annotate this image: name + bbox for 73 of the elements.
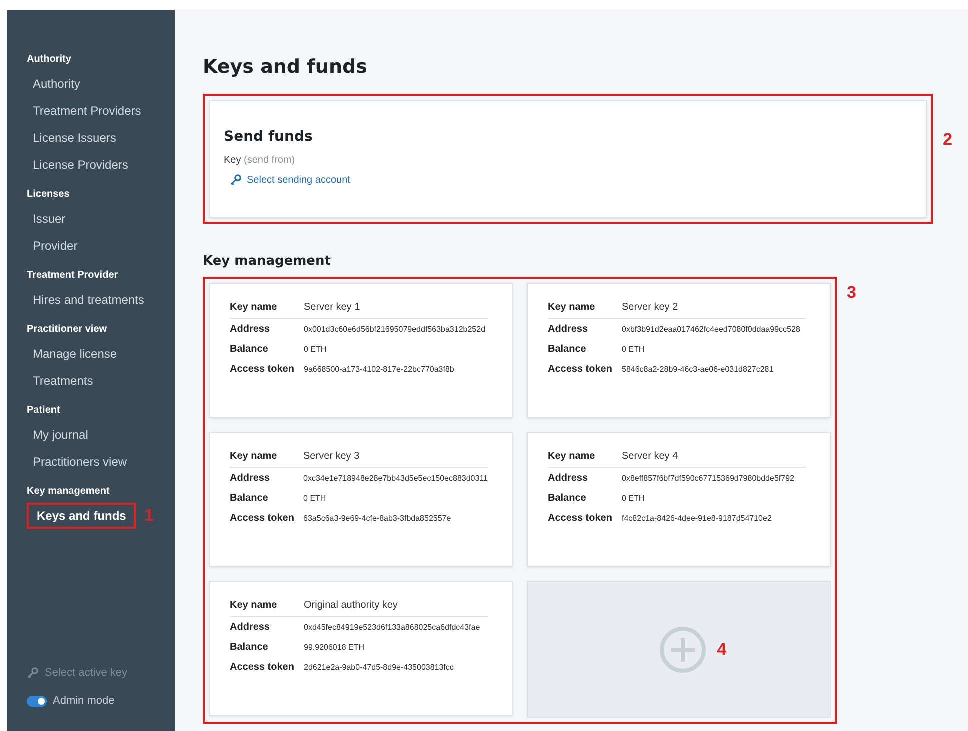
field-label: Access token — [230, 508, 304, 528]
field-label: Address — [230, 318, 304, 339]
section-heading: Licenses — [26, 189, 71, 200]
field-value: Server key 1 — [304, 296, 488, 318]
field-value: 0xbf3b91d2eaa017462fc4eed7080f0ddaa99cc528 — [622, 318, 806, 339]
field-value: 0 ETH — [622, 492, 646, 504]
field-value: 0x001d3c60e6d56bf21695079eddf563ba312b252d — [304, 318, 488, 339]
field-label: Access token — [548, 359, 622, 379]
field-label: Access token — [548, 508, 622, 528]
field-label: Access token — [230, 359, 304, 379]
annotation-number: 1 — [144, 506, 154, 526]
section-heading: Patient — [26, 405, 62, 416]
field-label: Balance — [230, 339, 304, 359]
sidebar-item[interactable]: Issuer — [7, 206, 175, 233]
field-label: Key name — [230, 445, 304, 468]
field-label: Key name — [548, 445, 622, 468]
field-label: Balance — [230, 488, 304, 508]
field-value: 5846c8a2-28b9-46c3-ae06-e031d827c281 — [622, 364, 775, 376]
field-value: 0 ETH — [304, 344, 328, 356]
field-label: Balance — [548, 339, 622, 359]
sidebar-item[interactable]: Treatment Providers — [7, 98, 175, 125]
field-value: f4c82c1a-8426-4dee-91e8-9187d54710e2 — [622, 512, 773, 524]
sidebar-item[interactable]: Authority — [7, 71, 175, 98]
section-heading: Authority — [26, 54, 72, 65]
admin-toggle[interactable] — [27, 696, 47, 706]
field-value: Server key 4 — [622, 445, 806, 468]
key-icon — [230, 174, 242, 186]
field-label: Address — [548, 318, 622, 339]
sidebar-item[interactable]: Manage license — [7, 341, 175, 368]
select-account-link[interactable]: Select sending account — [230, 174, 912, 186]
section-heading: Practitioner view — [26, 324, 108, 335]
field-value: Server key 3 — [304, 445, 488, 468]
section-heading: Treatment Provider — [26, 270, 120, 281]
sidebar-item[interactable]: My journal — [7, 422, 175, 449]
sidebar-item[interactable]: License Issuers — [7, 125, 175, 152]
field-value: 2d621e2a-9ab0-47d5-8d9e-435003813fcc — [304, 662, 455, 674]
field-label: Address — [230, 616, 304, 637]
field-value: 0 ETH — [622, 344, 646, 356]
field-label: Balance — [548, 488, 622, 508]
card-title: Send funds — [224, 129, 314, 145]
field-label: Key name — [548, 296, 622, 318]
sidebar-item[interactable]: Provider — [7, 233, 175, 260]
annotation-number: 2 — [943, 130, 952, 150]
field-value: 0x8eff857f6bf7df590c67715369d7980bdde5f792 — [622, 468, 806, 488]
key-icon — [27, 667, 39, 679]
annotation-number: 3 — [847, 283, 856, 303]
field-value: 0 ETH — [304, 492, 328, 504]
sidebar-item[interactable]: Hires and treatments — [7, 287, 175, 314]
toggle-label: Admin mode — [53, 695, 115, 707]
page-title: Keys and funds — [203, 56, 368, 78]
field-label: Key (send from) — [224, 155, 296, 166]
field-value: 63a5c6a3-9e69-4cfe-8ab3-3fbda852557e — [304, 512, 452, 524]
field-label: Key name — [230, 296, 304, 318]
field-value: 9a668500-a173-4102-817e-22bc770a3f8b — [304, 364, 456, 376]
sidebar-item[interactable]: Treatments — [7, 368, 175, 395]
sidebar-item[interactable]: Practitioners view — [7, 449, 175, 476]
field-value: 0xc34e1e718948e28e7bb43d5e5ec150ec883d0311 — [304, 468, 488, 488]
field-value: 99.9206018 ETH — [304, 642, 366, 654]
field-value: 0xd45fec84919e523d6f133a868025ca6dfdc43fae — [304, 616, 488, 637]
field-label: Address — [548, 468, 622, 488]
field-label: Balance — [230, 637, 304, 657]
field-label: Key name — [230, 594, 304, 616]
add-key-card[interactable]: 4 — [527, 581, 831, 718]
sidebar-item[interactable]: License Providers — [7, 152, 175, 179]
section-title: Key management — [203, 254, 332, 269]
field-label: Address — [230, 468, 304, 488]
field-value: Original authority key — [304, 594, 488, 616]
plus-circle-icon — [659, 626, 708, 674]
section-heading: Key management — [26, 486, 111, 497]
field-label: Access token — [230, 657, 304, 677]
field-value: Server key 2 — [622, 296, 806, 318]
annotation-number: 4 — [717, 640, 727, 660]
sidebar-item[interactable]: Keys and funds — [27, 503, 136, 529]
